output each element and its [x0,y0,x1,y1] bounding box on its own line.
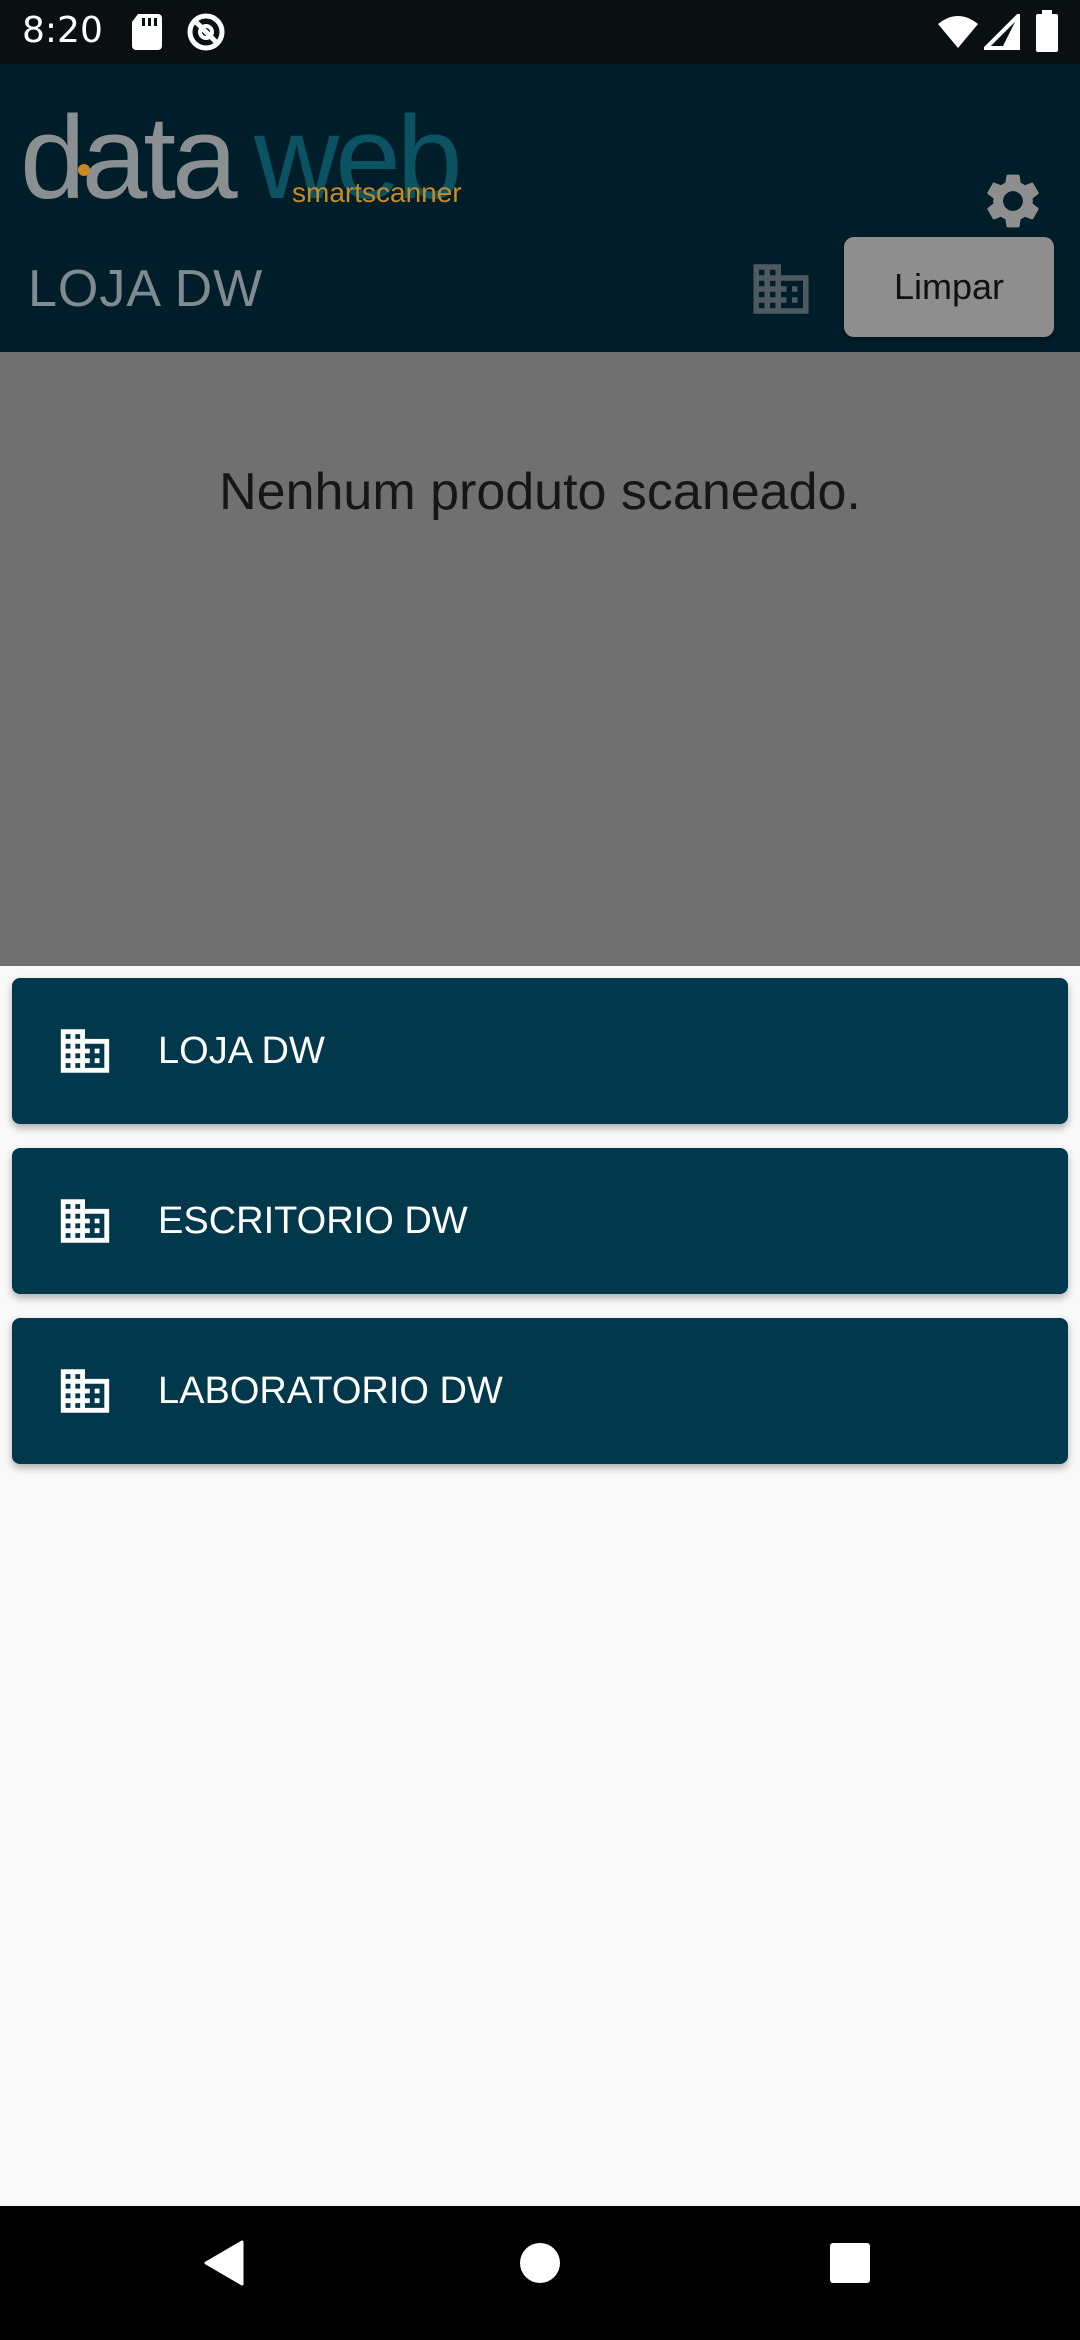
wifi-icon [938,16,978,48]
store-selection-sheet: LOJA DW ESCRITORIO DW LABORATORIO DW [0,966,1080,2206]
store-item-label: LOJA DW [158,1029,325,1072]
svg-text:smartscanner: smartscanner [292,177,462,208]
building-icon [60,1199,110,1243]
store-item-escritorio-dw[interactable]: ESCRITORIO DW [12,1148,1068,1294]
no-entry-icon [187,13,225,51]
status-bar: 8:20 [0,0,1080,64]
building-icon[interactable] [748,256,814,322]
sd-card-icon [132,14,162,50]
store-item-loja-dw[interactable]: LOJA DW [12,978,1068,1124]
scan-content-area: Nenhum produto scaneado. [0,352,1080,966]
building-icon [60,1369,110,1413]
home-icon[interactable] [518,2240,562,2286]
signal-icon [984,14,1020,50]
status-time: 8:20 [22,10,103,51]
back-icon[interactable] [204,2240,244,2286]
battery-icon [1036,10,1058,52]
store-item-label: LABORATORIO DW [158,1369,503,1412]
empty-scan-message: Nenhum produto scaneado. [219,463,861,521]
settings-gear-icon[interactable] [980,168,1046,234]
clear-button[interactable]: Limpar [844,237,1054,337]
svg-text:data: data [20,92,238,224]
building-icon [60,1029,110,1073]
store-item-laboratorio-dw[interactable]: LABORATORIO DW [12,1318,1068,1464]
system-nav-bar [0,2206,1080,2340]
app-header: data web smartscanner LOJA DW Limpar [0,64,1080,352]
dataweb-logo: data web smartscanner [20,92,462,224]
recents-icon[interactable] [828,2240,872,2286]
current-store-title: LOJA DW [28,260,264,318]
store-item-label: ESCRITORIO DW [158,1199,468,1242]
